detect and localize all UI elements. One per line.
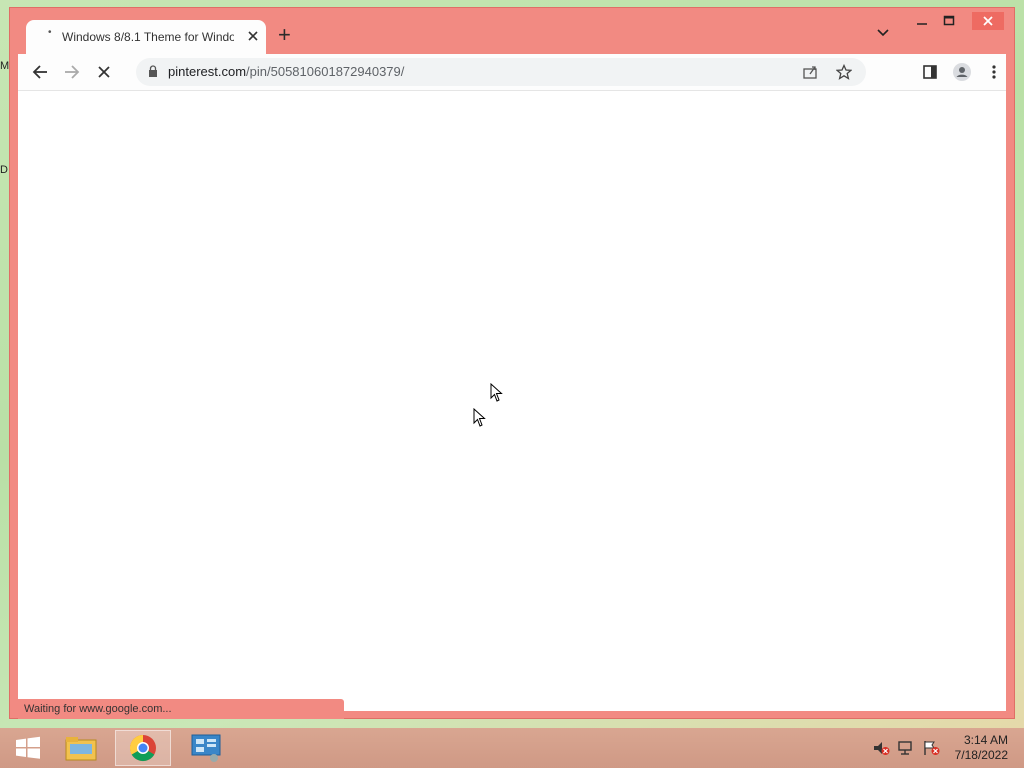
clock-time: 3:14 AM — [963, 733, 1008, 747]
mouse-cursor-icon — [473, 408, 486, 427]
loading-spinner-icon: • — [48, 27, 52, 38]
network-icon[interactable] — [897, 740, 915, 756]
browser-toolbar: pinterest.com/pin/505810601872940379/ — [18, 54, 1006, 90]
back-button[interactable] — [28, 60, 52, 84]
url-text[interactable]: pinterest.com/pin/505810601872940379/ — [168, 64, 404, 79]
windows-logo-icon — [16, 736, 40, 759]
action-center-flag-icon[interactable] — [922, 740, 940, 756]
forward-button[interactable] — [60, 60, 84, 84]
address-bar[interactable]: pinterest.com/pin/505810601872940379/ — [136, 58, 866, 86]
system-clock[interactable]: 3:14 AM 7/18/2022 — [955, 733, 1008, 763]
browser-window: • Windows 8/8.1 Theme for Windo + pinter… — [10, 8, 1014, 719]
share-icon[interactable] — [802, 64, 818, 85]
taskbar: 3:14 AM 7/18/2022 — [0, 728, 1024, 768]
chrome-icon — [129, 734, 156, 762]
url-path: /pin/505810601872940379/ — [246, 64, 405, 79]
control-panel-icon — [191, 734, 221, 762]
url-host: pinterest.com — [168, 64, 247, 79]
browser-tab[interactable]: • Windows 8/8.1 Theme for Windo — [26, 20, 266, 54]
mouse-cursor-icon — [490, 383, 503, 402]
tab-title: Windows 8/8.1 Theme for Windo — [62, 30, 234, 44]
more-menu-icon[interactable] — [982, 60, 1006, 84]
taskbar-control-panel[interactable] — [178, 730, 234, 766]
desktop-icon-label[interactable]: D — [0, 164, 8, 176]
taskbar-file-explorer[interactable] — [53, 730, 109, 766]
maximize-button[interactable] — [936, 14, 962, 30]
desktop-icon-label[interactable]: M — [0, 60, 9, 72]
close-tab-icon[interactable] — [248, 28, 258, 44]
close-window-button[interactable] — [972, 12, 1004, 30]
file-explorer-icon — [65, 737, 97, 761]
start-button[interactable] — [0, 730, 56, 766]
new-tab-button[interactable]: + — [278, 22, 291, 48]
taskbar-chrome[interactable] — [115, 730, 171, 766]
stop-loading-button[interactable] — [92, 60, 116, 84]
profile-avatar-icon[interactable] — [950, 60, 974, 84]
page-content-area[interactable]: Waiting for www.google.com... — [18, 90, 1006, 719]
tab-search-chevron-icon[interactable] — [876, 26, 892, 42]
volume-muted-icon[interactable] — [872, 740, 890, 756]
clock-date: 7/18/2022 — [954, 748, 1008, 762]
side-panel-icon[interactable] — [918, 60, 942, 84]
bookmark-star-icon[interactable] — [835, 63, 853, 85]
lock-icon[interactable] — [148, 65, 158, 83]
status-bubble: Waiting for www.google.com... — [18, 699, 344, 719]
minimize-button[interactable] — [909, 14, 935, 30]
